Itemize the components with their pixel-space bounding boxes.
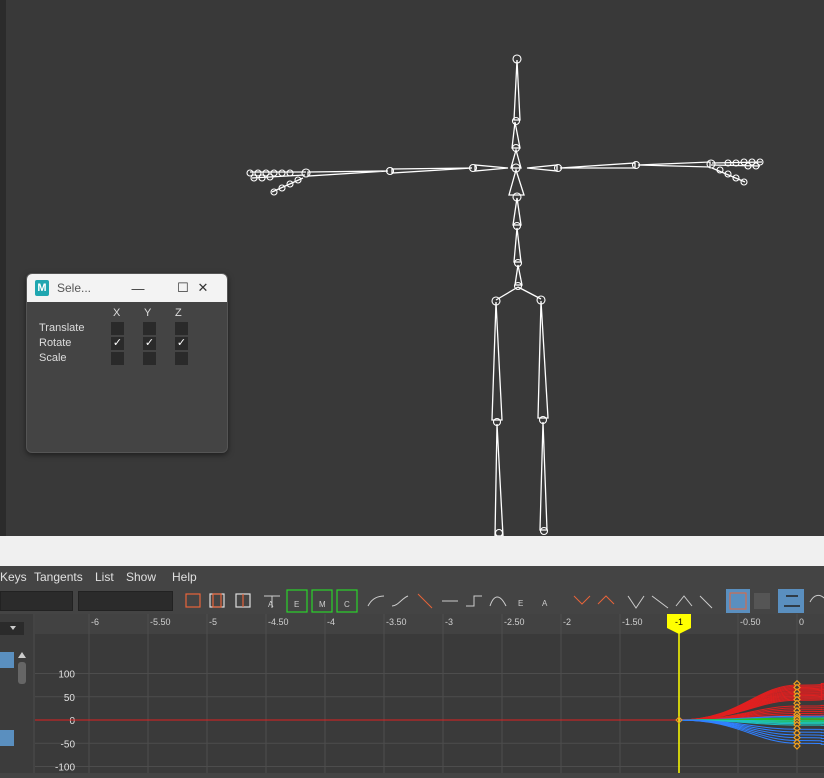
menu-tangents[interactable]: Tangents bbox=[34, 570, 83, 584]
channel-checkbox-grid: X Y Z Translate Rotate Scale ✓ ✓ ✓ bbox=[27, 302, 227, 452]
viewport-panel[interactable] bbox=[0, 0, 824, 536]
rotate-y-checkbox[interactable]: ✓ bbox=[143, 337, 156, 350]
dialog-titlebar[interactable]: M Sele... — ☐ ✕ bbox=[27, 274, 227, 302]
time-tick-label: 0 bbox=[799, 617, 804, 627]
value-tick-label: 50 bbox=[64, 693, 76, 704]
value-tick-label: -100 bbox=[55, 763, 75, 774]
maya-logo-icon: M bbox=[35, 280, 49, 296]
value-tick-label: 100 bbox=[58, 670, 75, 681]
rotate-z-checkbox[interactable]: ✓ bbox=[175, 337, 188, 350]
time-tick-label: -2.50 bbox=[504, 617, 525, 627]
graph-editor-menubar: Keys Tangents List Show Help bbox=[0, 566, 824, 588]
svg-text:A: A bbox=[542, 599, 548, 608]
time-tick-label: -0.50 bbox=[740, 617, 761, 627]
menu-show[interactable]: Show bbox=[126, 570, 156, 584]
translate-z-checkbox[interactable] bbox=[175, 322, 188, 335]
graph-background bbox=[35, 614, 824, 773]
svg-text:C: C bbox=[344, 600, 350, 609]
translate-y-checkbox[interactable] bbox=[143, 322, 156, 335]
column-header-x: X bbox=[113, 307, 120, 319]
scale-x-checkbox[interactable] bbox=[111, 352, 124, 365]
menu-list[interactable]: List bbox=[95, 570, 114, 584]
value-tick-label: 0 bbox=[69, 716, 75, 727]
time-tick-label: -3.50 bbox=[386, 617, 407, 627]
time-tick-label: -5.50 bbox=[150, 617, 171, 627]
skeleton-joints[interactable] bbox=[0, 0, 824, 536]
row-label-scale: Scale bbox=[39, 352, 67, 364]
value-tick-label: -50 bbox=[61, 739, 76, 750]
channel-selection-dialog: M Sele... — ☐ ✕ X Y Z Translate Rotate S… bbox=[26, 273, 228, 453]
row-label-rotate: Rotate bbox=[39, 337, 71, 349]
graph-editor: Keys Tangents List Show Help A E M C bbox=[0, 566, 824, 773]
current-frame-label: -1 bbox=[675, 617, 683, 627]
minimize-button[interactable]: — bbox=[127, 278, 149, 298]
column-header-z: Z bbox=[175, 307, 182, 319]
column-header-y: Y bbox=[144, 307, 151, 319]
tool-icons[interactable]: A E M C E A bbox=[180, 588, 824, 614]
scale-z-checkbox[interactable] bbox=[175, 352, 188, 365]
graph-view[interactable]: -6 -5.50 -5 -4.50 -4 -3.50 -3 -2.50 -2 -1.50 -0.50… bbox=[0, 614, 824, 773]
translate-x-checkbox[interactable] bbox=[111, 322, 124, 335]
menu-help[interactable]: Help bbox=[172, 570, 197, 584]
scale-y-checkbox[interactable] bbox=[143, 352, 156, 365]
time-tick-label: -4 bbox=[327, 617, 335, 627]
time-tick-label: -2 bbox=[563, 617, 571, 627]
panel-separator bbox=[0, 536, 824, 566]
row-label-translate: Translate bbox=[39, 322, 84, 334]
svg-text:A: A bbox=[268, 600, 274, 609]
time-tick-label: -4.50 bbox=[268, 617, 289, 627]
time-tick-label: -5 bbox=[209, 617, 217, 627]
graph-editor-toolbar: A E M C E A bbox=[0, 588, 824, 614]
svg-text:M: M bbox=[319, 600, 326, 609]
stats-field-value[interactable] bbox=[78, 591, 173, 611]
time-tick-label: -1.50 bbox=[622, 617, 643, 627]
menu-keys[interactable]: Keys bbox=[0, 570, 27, 584]
stats-field-frame[interactable] bbox=[0, 591, 73, 611]
dialog-title: Sele... bbox=[57, 281, 91, 295]
time-tick-label: -3 bbox=[445, 617, 453, 627]
svg-text:E: E bbox=[294, 600, 299, 609]
rotate-x-checkbox[interactable]: ✓ bbox=[111, 337, 124, 350]
time-tick-label: -6 bbox=[91, 617, 99, 627]
close-button[interactable]: ✕ bbox=[192, 278, 214, 298]
maximize-button[interactable]: ☐ bbox=[172, 278, 194, 298]
svg-text:E: E bbox=[518, 599, 523, 608]
